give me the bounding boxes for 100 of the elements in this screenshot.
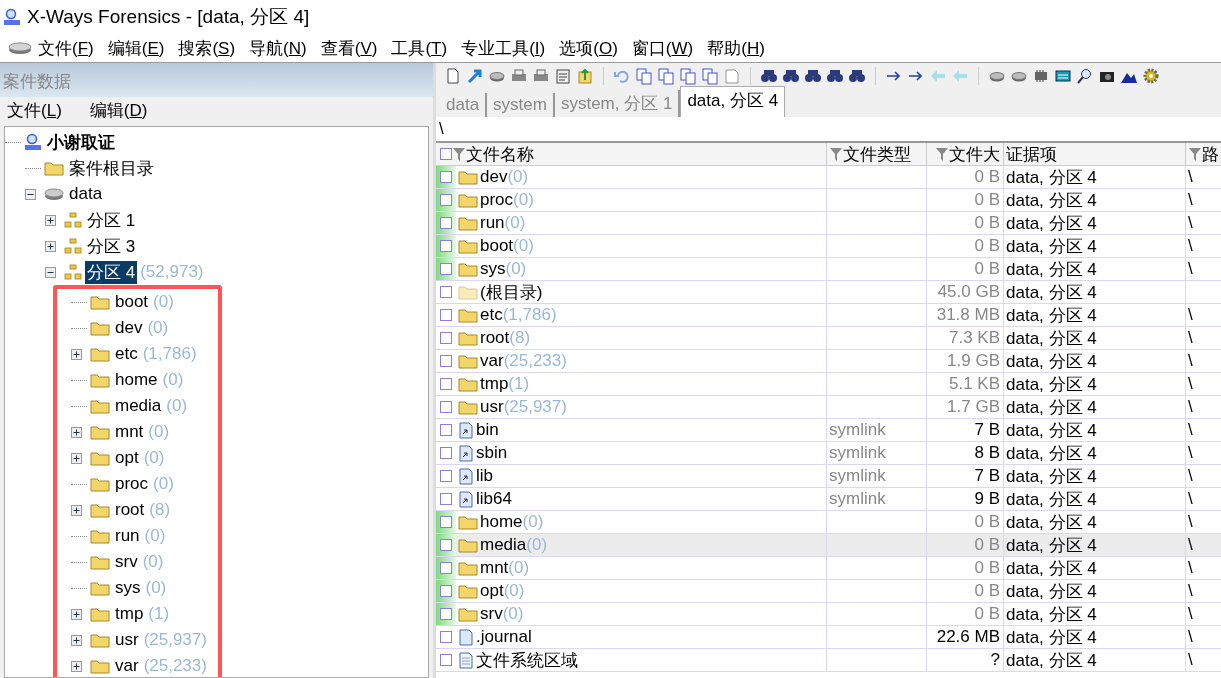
- table-row[interactable]: sbin symlink 8 B data, 分区 4 \: [436, 442, 1221, 465]
- tag-marker[interactable]: [436, 603, 456, 625]
- file-path: \: [1188, 167, 1193, 187]
- binoculars-icon[interactable]: [848, 67, 866, 85]
- tree-item[interactable]: proc: [113, 474, 151, 494]
- table-row[interactable]: var(25,233) 1.9 GB data, 分区 4 \: [436, 350, 1221, 373]
- menu-item[interactable]: 窗口(W): [631, 36, 694, 60]
- table-row[interactable]: tmp(1) 5.1 KB data, 分区 4 \: [436, 373, 1221, 396]
- tree-item[interactable]: tmp: [113, 604, 146, 624]
- table-row[interactable]: lib64 symlink 9 B data, 分区 4 \: [436, 488, 1221, 511]
- tree-item[interactable]: dev: [113, 318, 145, 338]
- filter-icon[interactable]: [1188, 146, 1202, 162]
- folder-icon: [90, 658, 110, 674]
- tag-marker[interactable]: [436, 580, 456, 602]
- table-row[interactable]: etc(1,786) 31.8 MB data, 分区 4 \: [436, 304, 1221, 327]
- menu-item[interactable]: 文件(L): [7, 99, 62, 122]
- copy-icon[interactable]: [635, 67, 653, 85]
- tree-item[interactable]: root: [113, 500, 147, 520]
- tag-marker[interactable]: [436, 534, 456, 556]
- column-header[interactable]: 文件大: [927, 143, 1004, 165]
- table-row[interactable]: lib symlink 7 B data, 分区 4 \: [436, 465, 1221, 488]
- table-row[interactable]: dev(0) 0 B data, 分区 4 \: [436, 166, 1221, 189]
- filter-icon[interactable]: [452, 146, 466, 162]
- tag-marker[interactable]: [436, 511, 456, 533]
- copy-icon[interactable]: [657, 67, 675, 85]
- column-header[interactable]: 文件类型: [827, 143, 927, 165]
- binoculars-icon[interactable]: [760, 67, 778, 85]
- copy-icon[interactable]: [701, 67, 719, 85]
- filter-icon[interactable]: [829, 146, 843, 162]
- calculator-icon[interactable]: [1054, 67, 1072, 85]
- tree-item[interactable]: home: [113, 370, 160, 390]
- tree-item[interactable]: 分区 4: [85, 260, 138, 284]
- menu-item[interactable]: 文件(F): [38, 36, 94, 60]
- tag-marker[interactable]: [436, 166, 456, 188]
- search-icon[interactable]: [1076, 67, 1094, 85]
- document-icon[interactable]: [444, 67, 462, 85]
- tree-item[interactable]: mnt: [113, 422, 146, 442]
- item-count: (8): [149, 500, 171, 520]
- table-row[interactable]: srv(0) 0 B data, 分区 4 \: [436, 603, 1221, 626]
- table-row[interactable]: bin symlink 7 B data, 分区 4 \: [436, 419, 1221, 442]
- copy-icon[interactable]: [679, 67, 697, 85]
- tree-item[interactable]: boot: [113, 292, 151, 312]
- arrow-icon[interactable]: [466, 67, 484, 85]
- table-row[interactable]: .journal 22.6 MB data, 分区 4 \: [436, 626, 1221, 649]
- filter-icon[interactable]: [935, 146, 949, 162]
- link-file-icon: [458, 467, 474, 485]
- tag-marker[interactable]: [436, 189, 456, 211]
- table-row[interactable]: proc(0) 0 B data, 分区 4 \: [436, 189, 1221, 212]
- tree-item[interactable]: usr: [113, 630, 141, 650]
- item-count: (8): [509, 328, 531, 348]
- tag-marker[interactable]: [436, 557, 456, 579]
- menu-item[interactable]: 查看(V): [320, 36, 378, 60]
- table-row[interactable]: boot(0) 0 B data, 分区 4 \: [436, 235, 1221, 258]
- table-row[interactable]: sys(0) 0 B data, 分区 4 \: [436, 258, 1221, 281]
- binoculars-icon[interactable]: [782, 67, 800, 85]
- table-row[interactable]: media(0) 0 B data, 分区 4 \: [436, 534, 1221, 557]
- chip-icon[interactable]: [1032, 67, 1050, 85]
- menu-item[interactable]: 编辑(D): [89, 99, 148, 122]
- folder-icon: [90, 476, 110, 492]
- tab[interactable]: data, 分区 4: [680, 86, 786, 117]
- tree-item[interactable]: srv: [113, 552, 140, 572]
- table-row[interactable]: root(8) 7.3 KB data, 分区 4 \: [436, 327, 1221, 350]
- file-type: symlink: [829, 466, 886, 486]
- tree-item[interactable]: 案件根目录: [67, 156, 156, 180]
- column-header[interactable]: 文件名称: [436, 143, 827, 165]
- tree-item[interactable]: 分区 3: [85, 234, 138, 258]
- table-row[interactable]: (根目录) 45.0 GB data, 分区 4: [436, 281, 1221, 304]
- tag-marker[interactable]: [436, 235, 456, 257]
- tree-item[interactable]: run: [113, 526, 142, 546]
- tree-item[interactable]: etc: [113, 344, 140, 364]
- tag-marker[interactable]: [436, 258, 456, 280]
- column-header[interactable]: 证据项: [1004, 143, 1186, 165]
- table-row[interactable]: run(0) 0 B data, 分区 4 \: [436, 212, 1221, 235]
- file-name: run: [480, 213, 505, 233]
- tree-item[interactable]: data: [67, 184, 105, 204]
- checkbox[interactable]: [440, 148, 452, 160]
- menu-item[interactable]: 选项(O): [559, 36, 618, 60]
- tree-item[interactable]: media: [113, 396, 164, 416]
- binoculars-icon[interactable]: [826, 67, 844, 85]
- gear-icon[interactable]: [1142, 67, 1160, 85]
- table-row[interactable]: usr(25,937) 1.7 GB data, 分区 4 \: [436, 396, 1221, 419]
- tree-item[interactable]: var: [113, 656, 141, 676]
- tag-marker[interactable]: [436, 212, 456, 234]
- menu-item[interactable]: 帮助(H): [707, 36, 765, 60]
- table-row[interactable]: 文件系统区域 ? data, 分区 4 \: [436, 649, 1221, 672]
- tree-item[interactable]: sys: [113, 578, 143, 598]
- menu-item[interactable]: 编辑(E): [107, 36, 165, 60]
- table-row[interactable]: mnt(0) 0 B data, 分区 4 \: [436, 557, 1221, 580]
- menu-item[interactable]: 搜索(S): [178, 36, 236, 60]
- upload-icon[interactable]: [576, 67, 594, 85]
- tree-item[interactable]: opt: [113, 448, 141, 468]
- tree-item[interactable]: 分区 1: [85, 208, 138, 232]
- menu-item[interactable]: 工具(T): [391, 36, 448, 60]
- table-row[interactable]: opt(0) 0 B data, 分区 4 \: [436, 580, 1221, 603]
- menu-item[interactable]: 导航(N): [249, 36, 307, 60]
- clipboard-icon[interactable]: [554, 67, 572, 85]
- tree-item[interactable]: 小谢取证: [45, 130, 117, 154]
- column-header[interactable]: 路: [1186, 143, 1221, 165]
- menu-item[interactable]: 专业工具(I): [461, 36, 546, 60]
- binoculars-icon[interactable]: [804, 67, 822, 85]
